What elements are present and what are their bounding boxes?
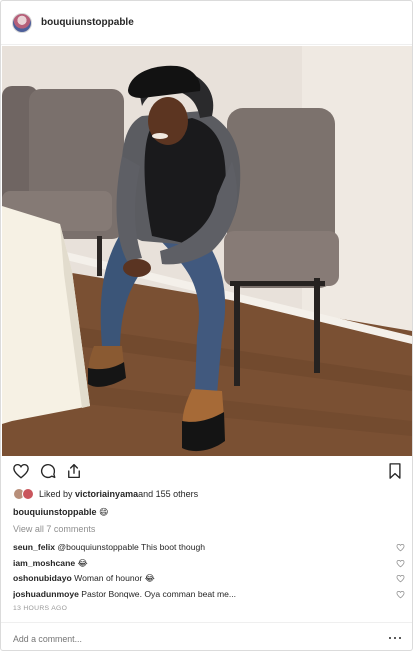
post-author-username[interactable]: bouquiunstoppable (41, 17, 134, 28)
view-all-comments-link[interactable]: View all 7 comments (13, 524, 95, 534)
comment-text: Woman of hounor 😂 (71, 573, 155, 583)
liker-avatars (13, 488, 35, 500)
bookmark-icon[interactable] (386, 462, 404, 480)
comment-item: joshuadunmoye Pastor Bonqwe. Oya comman … (13, 589, 405, 605)
post-caption: bouquiunstoppable 😄 (13, 507, 108, 518)
comment-item: oshonubidayo Woman of hounor 😂 (13, 573, 405, 589)
comment-list: seun_felix @bouquiunstoppable This boot … (13, 542, 405, 604)
action-bar (1, 459, 412, 483)
liked-by-user[interactable]: victoriainyama (75, 489, 138, 499)
comment-username[interactable]: joshuadunmoye (13, 589, 79, 599)
liker-avatar (22, 488, 34, 500)
comment-username[interactable]: seun_felix (13, 542, 55, 552)
comment-text: 😂 (75, 557, 88, 568)
post-photo-image (2, 46, 412, 456)
comment-text: Pastor Bonqwe. Oya comman beat me... (78, 588, 237, 599)
comment-username[interactable]: iam_moshcane (13, 558, 75, 568)
comment-text: @bouquiunstoppable This boot though (55, 542, 206, 552)
likes-summary[interactable]: Liked by victoriainyama and 155 others (13, 486, 198, 502)
comment-item: seun_felix @bouquiunstoppable This boot … (13, 542, 405, 558)
small-heart-icon[interactable] (396, 559, 405, 568)
add-comment-input[interactable] (13, 631, 373, 647)
post-photo[interactable] (2, 46, 412, 456)
avatar[interactable] (12, 12, 32, 33)
small-heart-icon[interactable] (396, 590, 405, 599)
small-heart-icon[interactable] (396, 543, 405, 552)
liked-by-prefix: Liked by (39, 489, 73, 499)
comment-icon[interactable] (39, 462, 57, 480)
comment-item: iam_moshcane 😂 (13, 558, 405, 574)
share-icon[interactable] (65, 462, 83, 480)
more-options-icon[interactable] (389, 635, 403, 641)
divider (1, 622, 412, 623)
post-card: bouquiunstoppable Liked by victoriainyam… (0, 0, 413, 651)
heart-icon[interactable] (12, 462, 30, 480)
caption-text: 😄 (96, 507, 109, 517)
post-header: bouquiunstoppable (1, 1, 412, 45)
caption-username[interactable]: bouquiunstoppable (13, 507, 97, 517)
small-heart-icon[interactable] (396, 574, 405, 583)
post-timestamp[interactable]: 13 HOURS AGO (13, 605, 67, 612)
comment-username[interactable]: oshonubidayo (13, 573, 72, 583)
liked-by-suffix[interactable]: and 155 others (138, 489, 198, 499)
